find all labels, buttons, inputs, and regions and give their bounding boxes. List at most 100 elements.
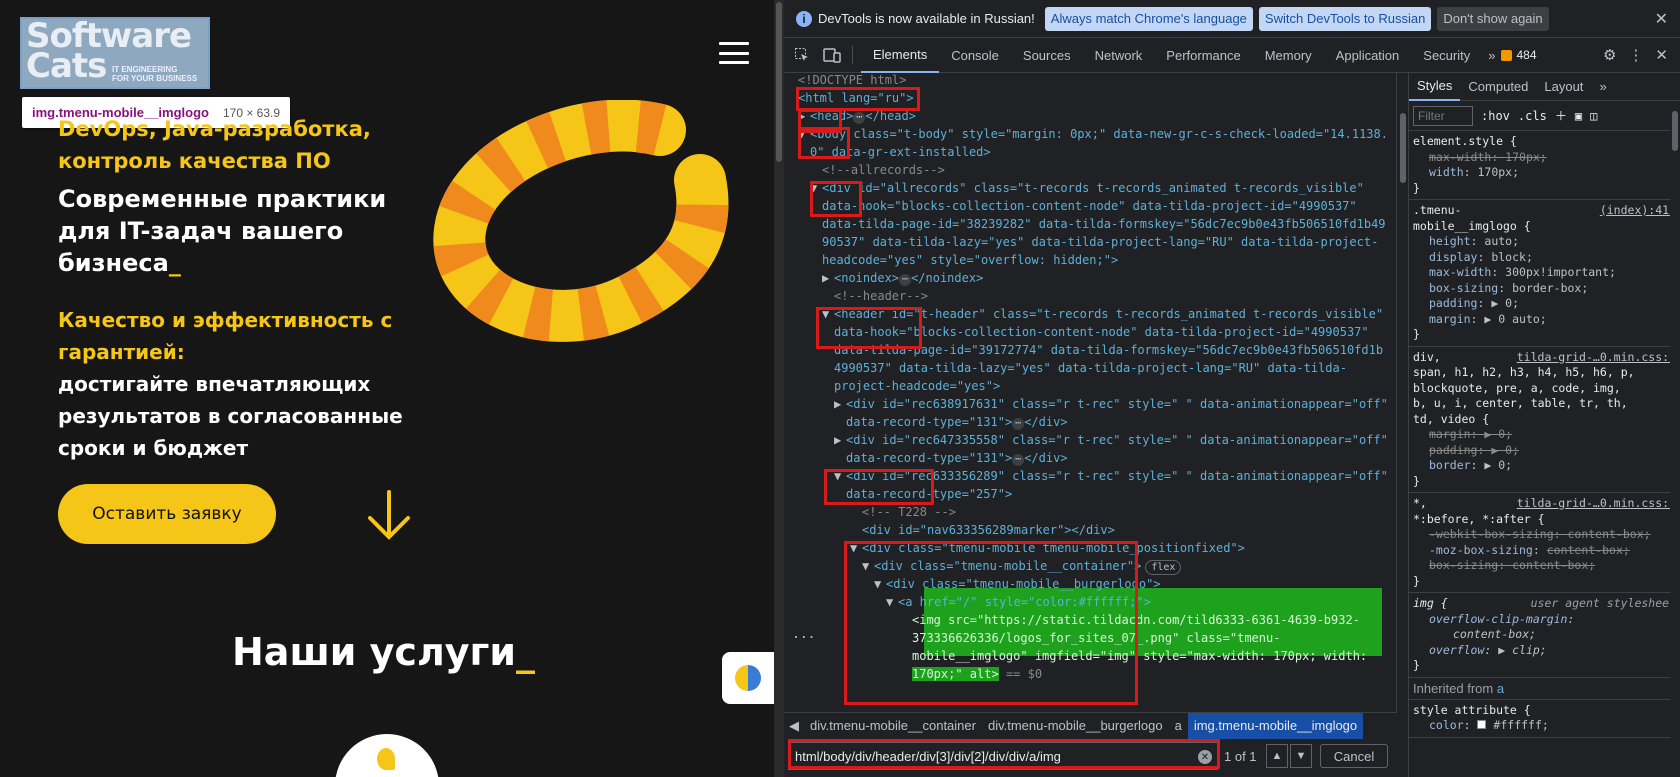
cancel-search-button[interactable]: Cancel — [1320, 744, 1388, 768]
settings-gear-icon[interactable]: ⚙ — [1603, 46, 1616, 64]
paint-icon[interactable]: ▣ — [1575, 109, 1582, 123]
prop-name: max-width — [1429, 265, 1492, 279]
tab-elements[interactable]: Elements — [861, 38, 940, 73]
style-prop[interactable]: -webkit-box-sizing: content-box; — [1413, 527, 1676, 543]
rec2-tag-line: <div id="rec647335558" class="r t-rec" s… — [846, 433, 1388, 447]
rule-selector: *:before, *:after { — [1413, 511, 1545, 526]
kebab-menu-icon[interactable]: ⋮ — [1628, 46, 1643, 64]
style-prop[interactable]: -moz-box-sizing: content-box; — [1413, 543, 1676, 559]
tab-network[interactable]: Network — [1083, 38, 1155, 73]
breadcrumb-item[interactable]: div.tmenu-mobile__burgerlogo — [982, 713, 1169, 739]
tab-memory[interactable]: Memory — [1253, 38, 1324, 73]
style-prop[interactable]: height: auto; — [1413, 234, 1676, 250]
style-prop[interactable]: width: 170px; — [1413, 165, 1676, 181]
allrecords-node[interactable]: ▼ <div id="allrecords" class="t-records t… — [810, 179, 1364, 197]
prop-value: block; — [1491, 249, 1533, 264]
body-node[interactable]: ▼ <body class="t-body" style="margin: 0px… — [798, 125, 1388, 143]
breadcrumb-item-active[interactable]: img.tmenu-mobile__imglogo — [1187, 712, 1364, 739]
prop-value: ▶ 0 auto; — [1484, 311, 1547, 326]
site-logo[interactable]: Software Cats IT ENGINEERING FOR YOUR BU… — [20, 17, 210, 89]
quality-heading: Качество и эффективность с гарантией: — [58, 304, 392, 368]
service-badge — [335, 734, 439, 777]
tab-security[interactable]: Security — [1411, 38, 1482, 73]
prop-value: ▶ 0; — [1484, 427, 1513, 441]
inherited-element-link[interactable]: a — [1497, 681, 1504, 696]
logo-tagline-2: FOR YOUR BUSINESS — [112, 74, 198, 83]
prop-value: content-box; — [1567, 527, 1651, 541]
tab-performance[interactable]: Performance — [1154, 38, 1252, 73]
style-prop[interactable]: margin: ▶ 0 auto; — [1413, 312, 1676, 328]
more-tabs-icon[interactable]: » — [1482, 48, 1501, 63]
annotation-box-rec3 — [824, 469, 934, 505]
website-scrollbar[interactable] — [774, 0, 784, 777]
match-language-button[interactable]: Always match Chrome's language — [1044, 6, 1253, 31]
rule-source-link[interactable]: (index):415 — [1600, 203, 1676, 219]
toolbar-right: ⚙ ⋮ ✕ — [1603, 46, 1668, 64]
more-styles-tabs-icon[interactable]: » — [1591, 73, 1614, 101]
prop-value: ▶ 0; — [1491, 296, 1520, 310]
previous-match-button[interactable]: ▲ — [1266, 744, 1288, 768]
style-prop[interactable]: margin: ▶ 0; — [1413, 427, 1676, 443]
style-prop[interactable]: color: #ffffff; — [1413, 718, 1676, 734]
prop-value: ▶ 0; — [1484, 458, 1513, 472]
logo-tagline-1: IT ENGINEERING — [112, 65, 178, 74]
noindex-close-tag: </noindex> — [911, 271, 984, 285]
tab-sources[interactable]: Sources — [1011, 38, 1083, 73]
inspect-element-icon[interactable] — [790, 43, 814, 67]
style-prop[interactable]: border: ▶ 0; — [1413, 458, 1676, 474]
chat-widget-button[interactable] — [722, 652, 774, 704]
hero-subtitle: DevOps, Java-разработка, контроль качест… — [58, 113, 371, 177]
styles-pane: Styles Computed Layout » :hov .cls ＋ ▣ ◫… — [1408, 73, 1680, 777]
styles-scrollbar[interactable] — [1670, 101, 1680, 777]
tab-styles[interactable]: Styles — [1409, 73, 1461, 101]
class-toggle[interactable]: .cls — [1518, 109, 1547, 123]
rec1-node-cont: data-record-type="131"> ⋯ </div> — [846, 415, 1068, 430]
switch-language-button[interactable]: Switch DevTools to Russian — [1258, 6, 1432, 31]
close-devtools-icon[interactable]: ✕ — [1655, 46, 1668, 64]
style-prop[interactable]: box-sizing: border-box; — [1413, 281, 1676, 297]
sidebar-toggle-icon[interactable]: ◫ — [1590, 109, 1597, 123]
style-prop[interactable]: box-sizing: content-box; — [1413, 558, 1676, 574]
flex-badge[interactable]: flex — [1145, 560, 1182, 575]
nav-marker-node[interactable]: <div id="nav633356289marker"></div> — [862, 521, 1115, 539]
rule-selector: .tmenu- — [1413, 203, 1462, 217]
color-swatch-icon[interactable] — [1477, 720, 1487, 729]
rec2-node[interactable]: ▶ <div id="rec647335558" class="r t-rec" … — [834, 431, 1388, 449]
next-match-button[interactable]: ▼ — [1290, 744, 1312, 768]
tab-layout[interactable]: Layout — [1536, 73, 1591, 101]
close-icon[interactable]: ✕ — [1655, 9, 1668, 29]
prop-name: margin — [1429, 427, 1471, 441]
hamburger-menu-icon[interactable] — [719, 42, 749, 64]
row-ellipsis-icon[interactable]: ... — [792, 626, 815, 644]
rule-source-link[interactable]: tilda-grid-…0.min.css:1 — [1517, 350, 1676, 366]
breadcrumb-item[interactable]: a — [1169, 713, 1188, 739]
styles-filter-input[interactable] — [1413, 105, 1473, 126]
request-button[interactable]: Оставить заявку — [58, 484, 276, 544]
breadcrumb-scroll-left-icon[interactable]: ◀ — [784, 718, 804, 734]
prop-name: -webkit-box-sizing — [1429, 527, 1554, 541]
dom-scrollbar[interactable] — [1396, 73, 1408, 713]
rule-source-link[interactable]: tilda-grid-…0.min.css:1 — [1517, 496, 1676, 512]
arrow-down-icon[interactable] — [366, 490, 412, 540]
new-rule-icon[interactable]: ＋ — [1555, 107, 1567, 124]
issues-counter[interactable]: 484 — [1501, 48, 1537, 62]
style-prop[interactable]: padding: ▶ 0; — [1413, 296, 1676, 312]
prop-name: -moz-box-sizing — [1429, 542, 1533, 557]
tab-console[interactable]: Console — [939, 38, 1011, 73]
prop-name: padding — [1429, 442, 1478, 457]
dont-show-again-button[interactable]: Don't show again — [1437, 6, 1549, 31]
tab-computed[interactable]: Computed — [1460, 73, 1536, 101]
style-prop[interactable]: max-width: 170px; — [1413, 150, 1676, 166]
style-prop[interactable]: display: block; — [1413, 250, 1676, 266]
hover-state-toggle[interactable]: :hov — [1481, 109, 1510, 123]
device-toolbar-icon[interactable] — [820, 43, 844, 67]
logo-word-cats: Cats — [26, 46, 107, 86]
style-prop[interactable]: padding: ▶ 0; — [1413, 443, 1676, 459]
breadcrumb-item[interactable]: div.tmenu-mobile__container — [804, 713, 982, 739]
style-prop[interactable]: max-width: 300px!important; — [1413, 265, 1676, 281]
rec1-node[interactable]: ▶ <div id="rec638917631" class="r t-rec" … — [834, 395, 1388, 413]
tab-application[interactable]: Application — [1324, 38, 1412, 73]
noindex-node[interactable]: ▶ <noindex> ⋯ </noindex> — [822, 269, 983, 287]
issues-icon — [1501, 49, 1513, 61]
allrecords-tag-line: <div id="allrecords" class="t-records t-… — [822, 181, 1364, 195]
